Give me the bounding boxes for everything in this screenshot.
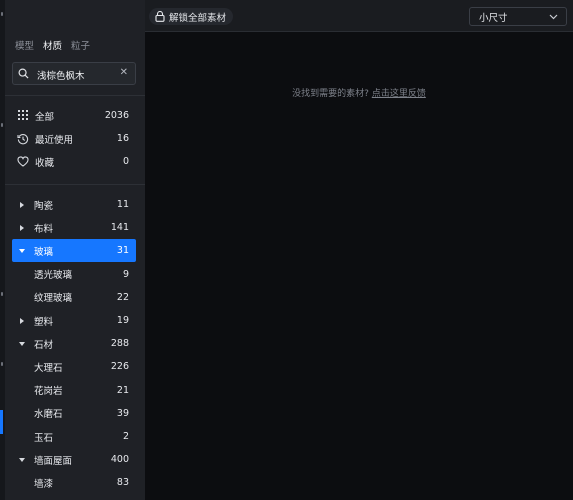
category-item-5[interactable]: 塑料 19 — [12, 309, 136, 332]
category-label: 陶瓷 — [34, 200, 54, 212]
size-select-value: 小尺寸 — [479, 12, 508, 24]
category-label: 大理石 — [34, 362, 63, 374]
rail-marker — [1, 123, 3, 127]
quick-filter-count: 0 — [122, 156, 129, 167]
category-item-9[interactable]: 水磨石 39 — [12, 402, 136, 425]
rail-marker — [1, 12, 3, 16]
category-count: 141 — [110, 222, 129, 234]
category-item-12[interactable]: 墙漆 83 — [12, 471, 136, 494]
category-label: 花岗岩 — [34, 386, 63, 398]
empty-text: 没找到需要的素材? — [292, 89, 369, 99]
category-label: 布料 — [34, 223, 54, 235]
caret-right-icon[interactable] — [16, 224, 28, 232]
category-item-11[interactable]: 墙面屋面 400 — [12, 448, 136, 471]
category-label: 水磨石 — [34, 409, 63, 421]
heart-icon — [17, 156, 29, 167]
caret-right-icon[interactable] — [16, 317, 28, 325]
category-item-3[interactable]: 透光玻璃 9 — [12, 263, 136, 286]
material-sidebar: 模型 材质 粒子 浅棕色枫木 ✕ 全部 2036 最近使用 16 收藏 0 陶瓷 11 布料 1… — [5, 0, 145, 500]
caret-down-icon[interactable] — [16, 340, 28, 348]
caret-right-icon[interactable] — [16, 201, 28, 209]
category-count: 39 — [116, 407, 129, 419]
category-item-6[interactable]: 石材 288 — [12, 332, 136, 355]
category-label: 透光玻璃 — [34, 270, 73, 282]
category-count: 21 — [116, 384, 129, 396]
category-count: 288 — [110, 338, 129, 350]
tab-model[interactable]: 模型 — [15, 38, 34, 52]
history-icon — [17, 133, 29, 145]
category-label: 墙漆 — [34, 478, 54, 490]
chevron-down-icon — [549, 14, 558, 20]
quick-filter-label: 最近使用 — [35, 134, 74, 146]
unlock-label: 解锁全部素材 — [169, 12, 227, 24]
category-item-2[interactable]: 玻璃 31 — [12, 239, 136, 263]
quick-filter-label: 全部 — [35, 111, 55, 123]
clear-icon[interactable]: ✕ — [120, 67, 128, 78]
divider — [5, 95, 145, 96]
top-toolbar: 解锁全部素材 小尺寸 — [145, 0, 573, 32]
grid-icon — [17, 110, 29, 121]
lock-icon — [155, 11, 165, 22]
category-label: 玻璃 — [34, 246, 54, 258]
quick-filter-0[interactable]: 全部 2036 — [12, 104, 136, 127]
category-count: 226 — [110, 361, 129, 373]
tab-particle[interactable]: 粒子 — [71, 38, 90, 52]
category-label: 纹理玻璃 — [34, 293, 73, 305]
quick-filter-count: 2036 — [104, 110, 129, 121]
caret-down-icon[interactable] — [16, 247, 28, 255]
category-count: 11 — [116, 199, 129, 210]
search-icon — [18, 68, 29, 79]
quick-filter-count: 16 — [116, 133, 129, 144]
category-label: 墙面屋面 — [34, 455, 73, 467]
category-count: 83 — [116, 477, 129, 489]
asset-browser: 没找到需要的素材? 点击这里反馈 — [145, 32, 573, 500]
category-count: 400 — [110, 454, 129, 466]
tab-material[interactable]: 材质 — [43, 38, 62, 52]
size-select[interactable]: 小尺寸 — [469, 7, 567, 26]
divider — [5, 184, 145, 185]
category-item-8[interactable]: 花岗岩 21 — [12, 379, 136, 402]
category-item-0[interactable]: 陶瓷 11 — [12, 193, 136, 216]
category-item-10[interactable]: 玉石 2 — [12, 425, 136, 448]
category-item-4[interactable]: 纹理玻璃 22 — [12, 286, 136, 309]
rail-active-indicator — [0, 410, 3, 434]
caret-down-icon[interactable] — [16, 456, 28, 464]
category-count: 19 — [116, 315, 129, 326]
category-item-7[interactable]: 大理石 226 — [12, 355, 136, 378]
quick-filter-2[interactable]: 收藏 0 — [12, 150, 136, 173]
search-value: 浅棕色枫木 — [37, 71, 85, 82]
unlock-all-button[interactable]: 解锁全部素材 — [149, 8, 234, 25]
category-item-1[interactable]: 布料 141 — [12, 216, 136, 239]
search-input[interactable]: 浅棕色枫木 ✕ — [12, 62, 136, 85]
rail-marker — [1, 292, 3, 296]
quick-filter-label: 收藏 — [35, 157, 55, 169]
category-tabs: 模型 材质 粒子 — [15, 38, 90, 52]
category-label: 石材 — [34, 339, 54, 351]
category-label: 玉石 — [34, 432, 54, 444]
category-count: 9 — [122, 268, 129, 280]
rail-marker — [1, 362, 3, 366]
category-label: 塑料 — [34, 316, 54, 328]
empty-state: 没找到需要的素材? 点击这里反馈 — [145, 86, 573, 99]
category-count: 22 — [116, 291, 129, 303]
feedback-link[interactable]: 点击这里反馈 — [372, 89, 426, 99]
category-count: 2 — [122, 431, 129, 442]
quick-filter-1[interactable]: 最近使用 16 — [12, 127, 136, 150]
category-count: 31 — [116, 245, 129, 257]
